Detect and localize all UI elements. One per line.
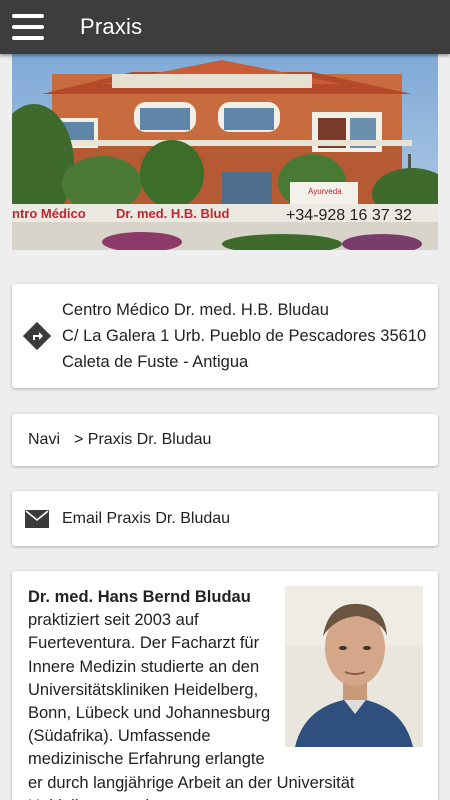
navi-link[interactable]: > Praxis Dr. Bludau [74, 431, 211, 449]
email-label: Email Praxis Dr. Bludau [62, 509, 231, 527]
navi-label: Navi [28, 431, 61, 448]
sign-doctor-name: Dr. med. H.B. Blud [116, 206, 229, 221]
app-bar: Praxis [0, 0, 450, 54]
envelope-icon [12, 509, 62, 528]
address-card[interactable]: Centro Médico Dr. med. H.B. Bludau C/ La… [12, 284, 438, 388]
address-text: Centro Médico Dr. med. H.B. Bludau C/ La… [62, 297, 426, 375]
email-card[interactable]: Email Praxis Dr. Bludau [12, 491, 438, 546]
sign-phone-number: +34-928 16 37 32 [286, 207, 412, 224]
page-title: Praxis [80, 14, 143, 39]
directions-icon [12, 322, 62, 350]
sign-centro-medico: ntro Médico [12, 206, 86, 221]
menu-icon[interactable] [12, 14, 44, 40]
address-line-3: Caleta de Fuste - Antigua [62, 353, 249, 371]
practice-building-photo: Ayurveda ntro Médico Dr. med. H.B. Blud … [12, 54, 438, 250]
address-line-1: Centro Médico Dr. med. H.B. Bludau [62, 301, 329, 319]
address-line-2: C/ La Galera 1 Urb. Pueblo de Pescadores… [62, 327, 427, 345]
doctor-name: Dr. med. Hans Bernd Bludau [28, 588, 251, 606]
doctor-portrait [285, 586, 423, 747]
navigation-card[interactable]: Navi > Praxis Dr. Bludau [12, 414, 438, 466]
ayurveda-sign: Ayurveda [308, 187, 342, 196]
bio-card: Dr. med. Hans Bernd Bludau praktiziert s… [12, 571, 438, 800]
